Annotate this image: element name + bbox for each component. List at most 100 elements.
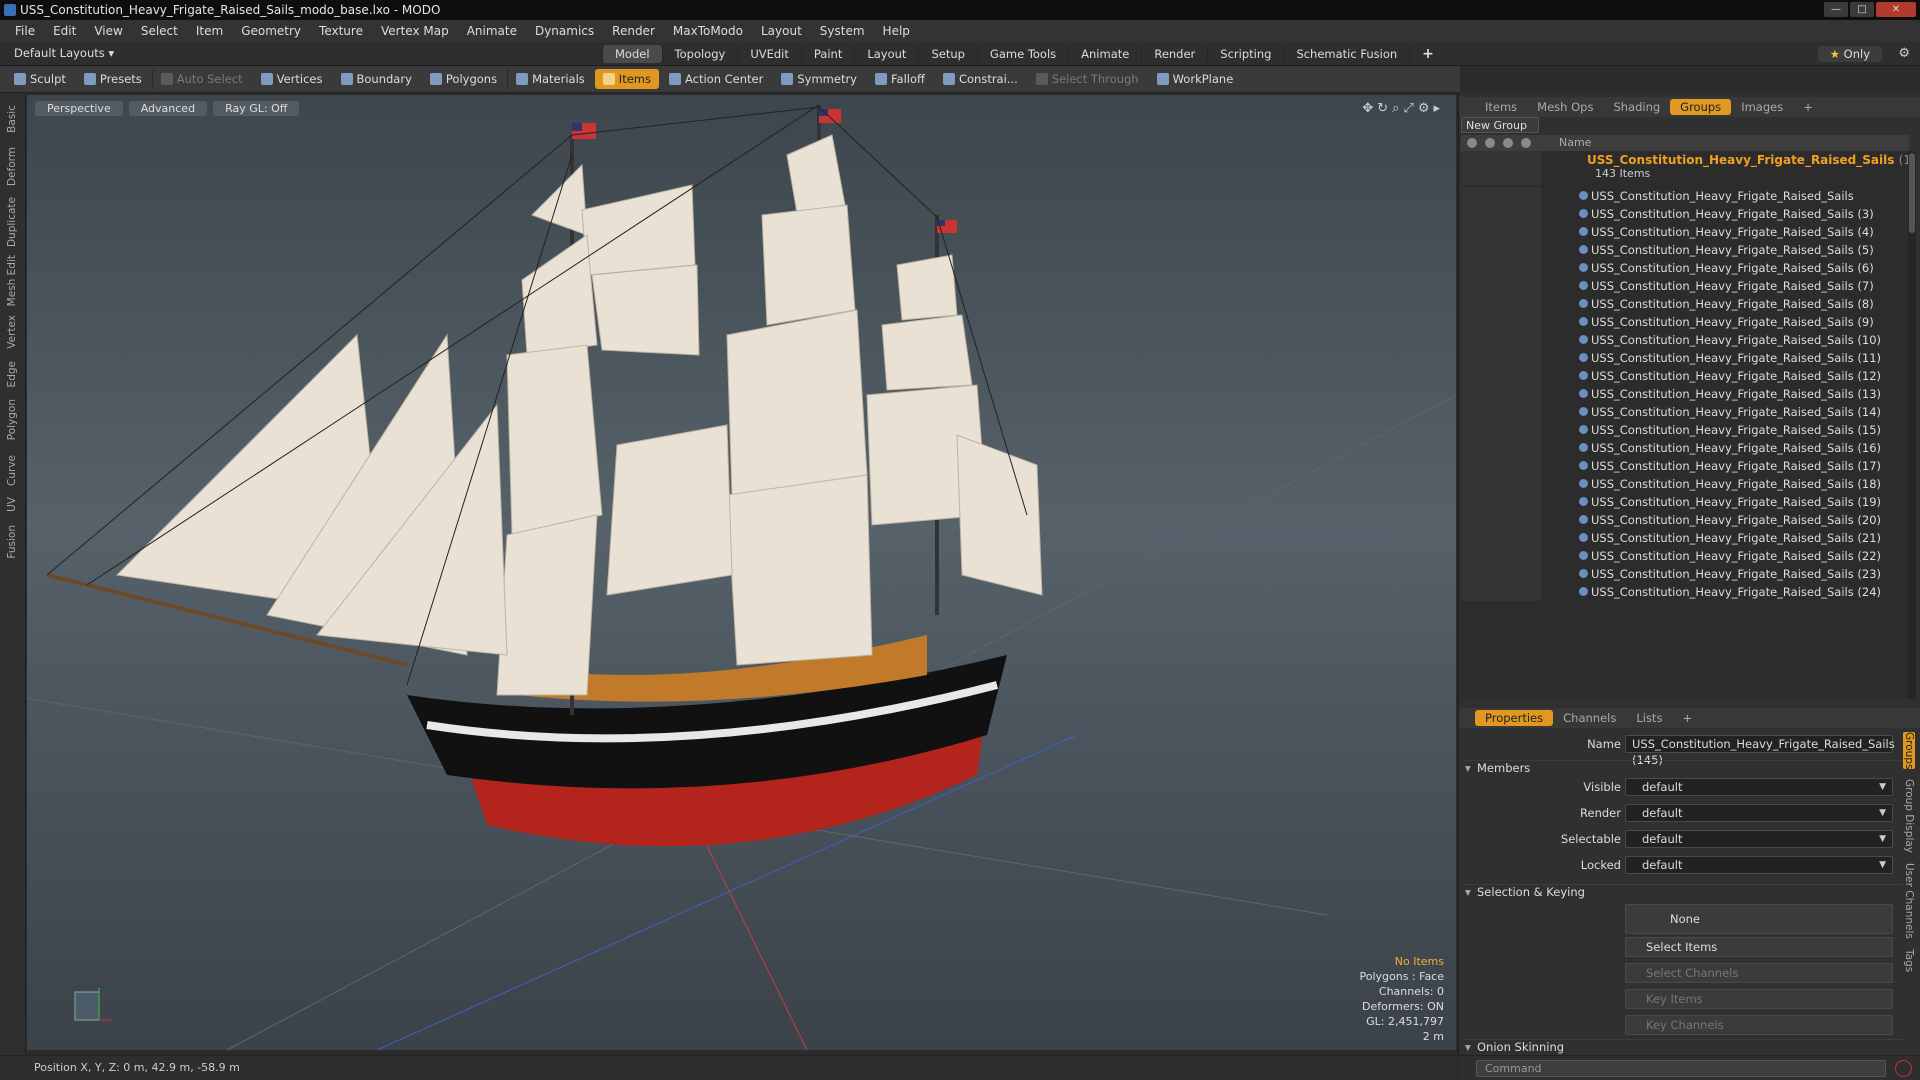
advanced-dropdown[interactable]: Advanced <box>128 101 208 116</box>
tab-edge[interactable]: Edge <box>6 361 18 387</box>
viewport-expand-icon[interactable]: ▸ <box>1433 101 1444 116</box>
group-item-row[interactable]: USS_Constitution_Heavy_Frigate_Raised_Sa… <box>1461 367 1909 385</box>
vertices-button[interactable]: Vertices <box>253 69 331 89</box>
group-item-row[interactable]: USS_Constitution_Heavy_Frigate_Raised_Sa… <box>1461 223 1909 241</box>
tab-images[interactable]: Images <box>1731 100 1793 114</box>
falloff-button[interactable]: Falloff <box>867 69 933 89</box>
menu-layout[interactable]: Layout <box>752 24 811 38</box>
visible-dropdown[interactable]: default ▼ <box>1625 778 1893 796</box>
tab-render[interactable]: Render <box>1141 45 1207 63</box>
select-channels-button[interactable]: Select Channels <box>1625 963 1893 983</box>
tab-uv[interactable]: UV <box>6 497 18 512</box>
tab-groups[interactable]: Groups <box>1670 99 1732 115</box>
presets-button[interactable]: Presets <box>76 69 150 89</box>
group-root-row[interactable]: USS_Constitution_Heavy_Frigate_Raised_Sa… <box>1461 151 1909 185</box>
menu-render[interactable]: Render <box>603 24 664 38</box>
tab-schematic-fusion[interactable]: Schematic Fusion <box>1283 45 1409 63</box>
workplane-button[interactable]: WorkPlane <box>1149 69 1242 89</box>
only-button[interactable]: ★ Only <box>1817 46 1882 62</box>
render-icon[interactable] <box>1485 138 1495 148</box>
add-outliner-tab-button[interactable]: + <box>1793 100 1823 114</box>
group-item-row[interactable]: USS_Constitution_Heavy_Frigate_Raised_Sa… <box>1461 187 1909 205</box>
menu-item[interactable]: Item <box>187 24 232 38</box>
group-item-row[interactable]: USS_Constitution_Heavy_Frigate_Raised_Sa… <box>1461 313 1909 331</box>
sculpt-button[interactable]: Sculpt <box>6 69 74 89</box>
menu-help[interactable]: Help <box>874 24 919 38</box>
fit-icon[interactable]: ⤢ <box>1403 101 1417 116</box>
menu-vertex-map[interactable]: Vertex Map <box>372 24 458 38</box>
group-item-row[interactable]: USS_Constitution_Heavy_Frigate_Raised_Sa… <box>1461 565 1909 583</box>
gear-icon[interactable]: ⚙ <box>1898 46 1910 61</box>
tab-mesh-edit[interactable]: Mesh Edit <box>6 255 18 306</box>
polygons-button[interactable]: Polygons <box>422 69 505 89</box>
group-item-row[interactable]: USS_Constitution_Heavy_Frigate_Raised_Sa… <box>1461 331 1909 349</box>
selection-keying-section[interactable]: Selection & Keying <box>1463 884 1903 899</box>
group-item-row[interactable]: USS_Constitution_Heavy_Frigate_Raised_Sa… <box>1461 511 1909 529</box>
tab-basic[interactable]: Basic <box>6 105 18 133</box>
group-item-row[interactable]: USS_Constitution_Heavy_Frigate_Raised_Sa… <box>1461 493 1909 511</box>
tab-items[interactable]: Items <box>1475 100 1527 114</box>
tab-paint[interactable]: Paint <box>800 45 854 63</box>
menu-texture[interactable]: Texture <box>310 24 372 38</box>
render-dropdown[interactable]: default ▼ <box>1625 804 1893 822</box>
members-section[interactable]: Members <box>1463 760 1903 775</box>
key-channels-button[interactable]: Key Channels <box>1625 1015 1893 1035</box>
key-items-button[interactable]: Key Items <box>1625 989 1893 1009</box>
group-item-row[interactable]: USS_Constitution_Heavy_Frigate_Raised_Sa… <box>1461 277 1909 295</box>
none-button[interactable]: None <box>1625 904 1893 934</box>
materials-button[interactable]: Materials <box>507 69 593 89</box>
tab-curve[interactable]: Curve <box>6 455 18 486</box>
clear-command-icon[interactable] <box>1895 1060 1912 1077</box>
add-properties-tab-button[interactable]: + <box>1672 711 1702 725</box>
raygl-dropdown[interactable]: Ray GL: Off <box>213 101 300 116</box>
side-tab-group-display[interactable]: Group Display <box>1903 779 1915 853</box>
new-group-button[interactable]: New Group <box>1461 117 1539 133</box>
tab-fusion[interactable]: Fusion <box>6 525 18 559</box>
auto-select-button[interactable]: Auto Select <box>151 69 251 89</box>
tab-layout[interactable]: Layout <box>854 45 918 63</box>
tab-animate[interactable]: Animate <box>1068 45 1141 63</box>
tab-setup[interactable]: Setup <box>918 45 976 63</box>
tab-vertex[interactable]: Vertex <box>6 315 18 349</box>
lock-icon[interactable] <box>1521 138 1531 148</box>
group-item-row[interactable]: USS_Constitution_Heavy_Frigate_Raised_Sa… <box>1461 205 1909 223</box>
minimize-button[interactable]: — <box>1824 2 1848 17</box>
menu-geometry[interactable]: Geometry <box>232 24 310 38</box>
tab-polygon[interactable]: Polygon <box>6 399 18 440</box>
locked-dropdown[interactable]: default ▼ <box>1625 856 1893 874</box>
selectable-dropdown[interactable]: default ▼ <box>1625 830 1893 848</box>
tab-properties[interactable]: Properties <box>1475 710 1554 726</box>
action-center-button[interactable]: Action Center <box>661 69 771 89</box>
group-item-row[interactable]: USS_Constitution_Heavy_Frigate_Raised_Sa… <box>1461 583 1909 601</box>
menu-view[interactable]: View <box>85 24 131 38</box>
rotate-icon[interactable]: ↻ <box>1377 101 1392 116</box>
menu-select[interactable]: Select <box>132 24 187 38</box>
menu-system[interactable]: System <box>811 24 874 38</box>
3d-viewport[interactable]: Perspective Advanced Ray GL: Off ✥↻⌕⤢⚙▸ … <box>27 95 1456 1050</box>
menu-maxtomodo[interactable]: MaxToModo <box>664 24 752 38</box>
side-tab-tags[interactable]: Tags <box>1903 949 1915 972</box>
viewport-gear-icon[interactable]: ⚙ <box>1418 101 1434 116</box>
onion-skinning-section[interactable]: Onion Skinning <box>1463 1039 1903 1054</box>
select-items-button[interactable]: Select Items <box>1625 937 1893 957</box>
menu-file[interactable]: File <box>6 24 44 38</box>
boundary-button[interactable]: Boundary <box>333 69 420 89</box>
group-item-row[interactable]: USS_Constitution_Heavy_Frigate_Raised_Sa… <box>1461 457 1909 475</box>
close-button[interactable]: ✕ <box>1876 2 1916 17</box>
tab-duplicate[interactable]: Duplicate <box>6 197 18 247</box>
group-item-row[interactable]: USS_Constitution_Heavy_Frigate_Raised_Sa… <box>1461 475 1909 493</box>
group-item-row[interactable]: USS_Constitution_Heavy_Frigate_Raised_Sa… <box>1461 385 1909 403</box>
group-name-field[interactable]: USS_Constitution_Heavy_Frigate_Raised_Sa… <box>1625 735 1895 767</box>
tab-lists[interactable]: Lists <box>1626 711 1672 725</box>
side-tab-user-channels[interactable]: User Channels <box>1903 863 1915 939</box>
tab-game-tools[interactable]: Game Tools <box>976 45 1068 63</box>
visibility-eye-icon[interactable] <box>1467 138 1477 148</box>
zoom-icon[interactable]: ⌕ <box>1392 101 1403 116</box>
default-layouts-dropdown[interactable]: Default Layouts ▾ <box>14 46 114 60</box>
group-item-row[interactable]: USS_Constitution_Heavy_Frigate_Raised_Sa… <box>1461 529 1909 547</box>
add-tab-button[interactable]: + <box>1409 45 1446 63</box>
menu-animate[interactable]: Animate <box>458 24 526 38</box>
constrain-button[interactable]: Constrai... <box>935 69 1026 89</box>
pan-icon[interactable]: ✥ <box>1362 101 1377 116</box>
tab-topology[interactable]: Topology <box>661 45 738 63</box>
